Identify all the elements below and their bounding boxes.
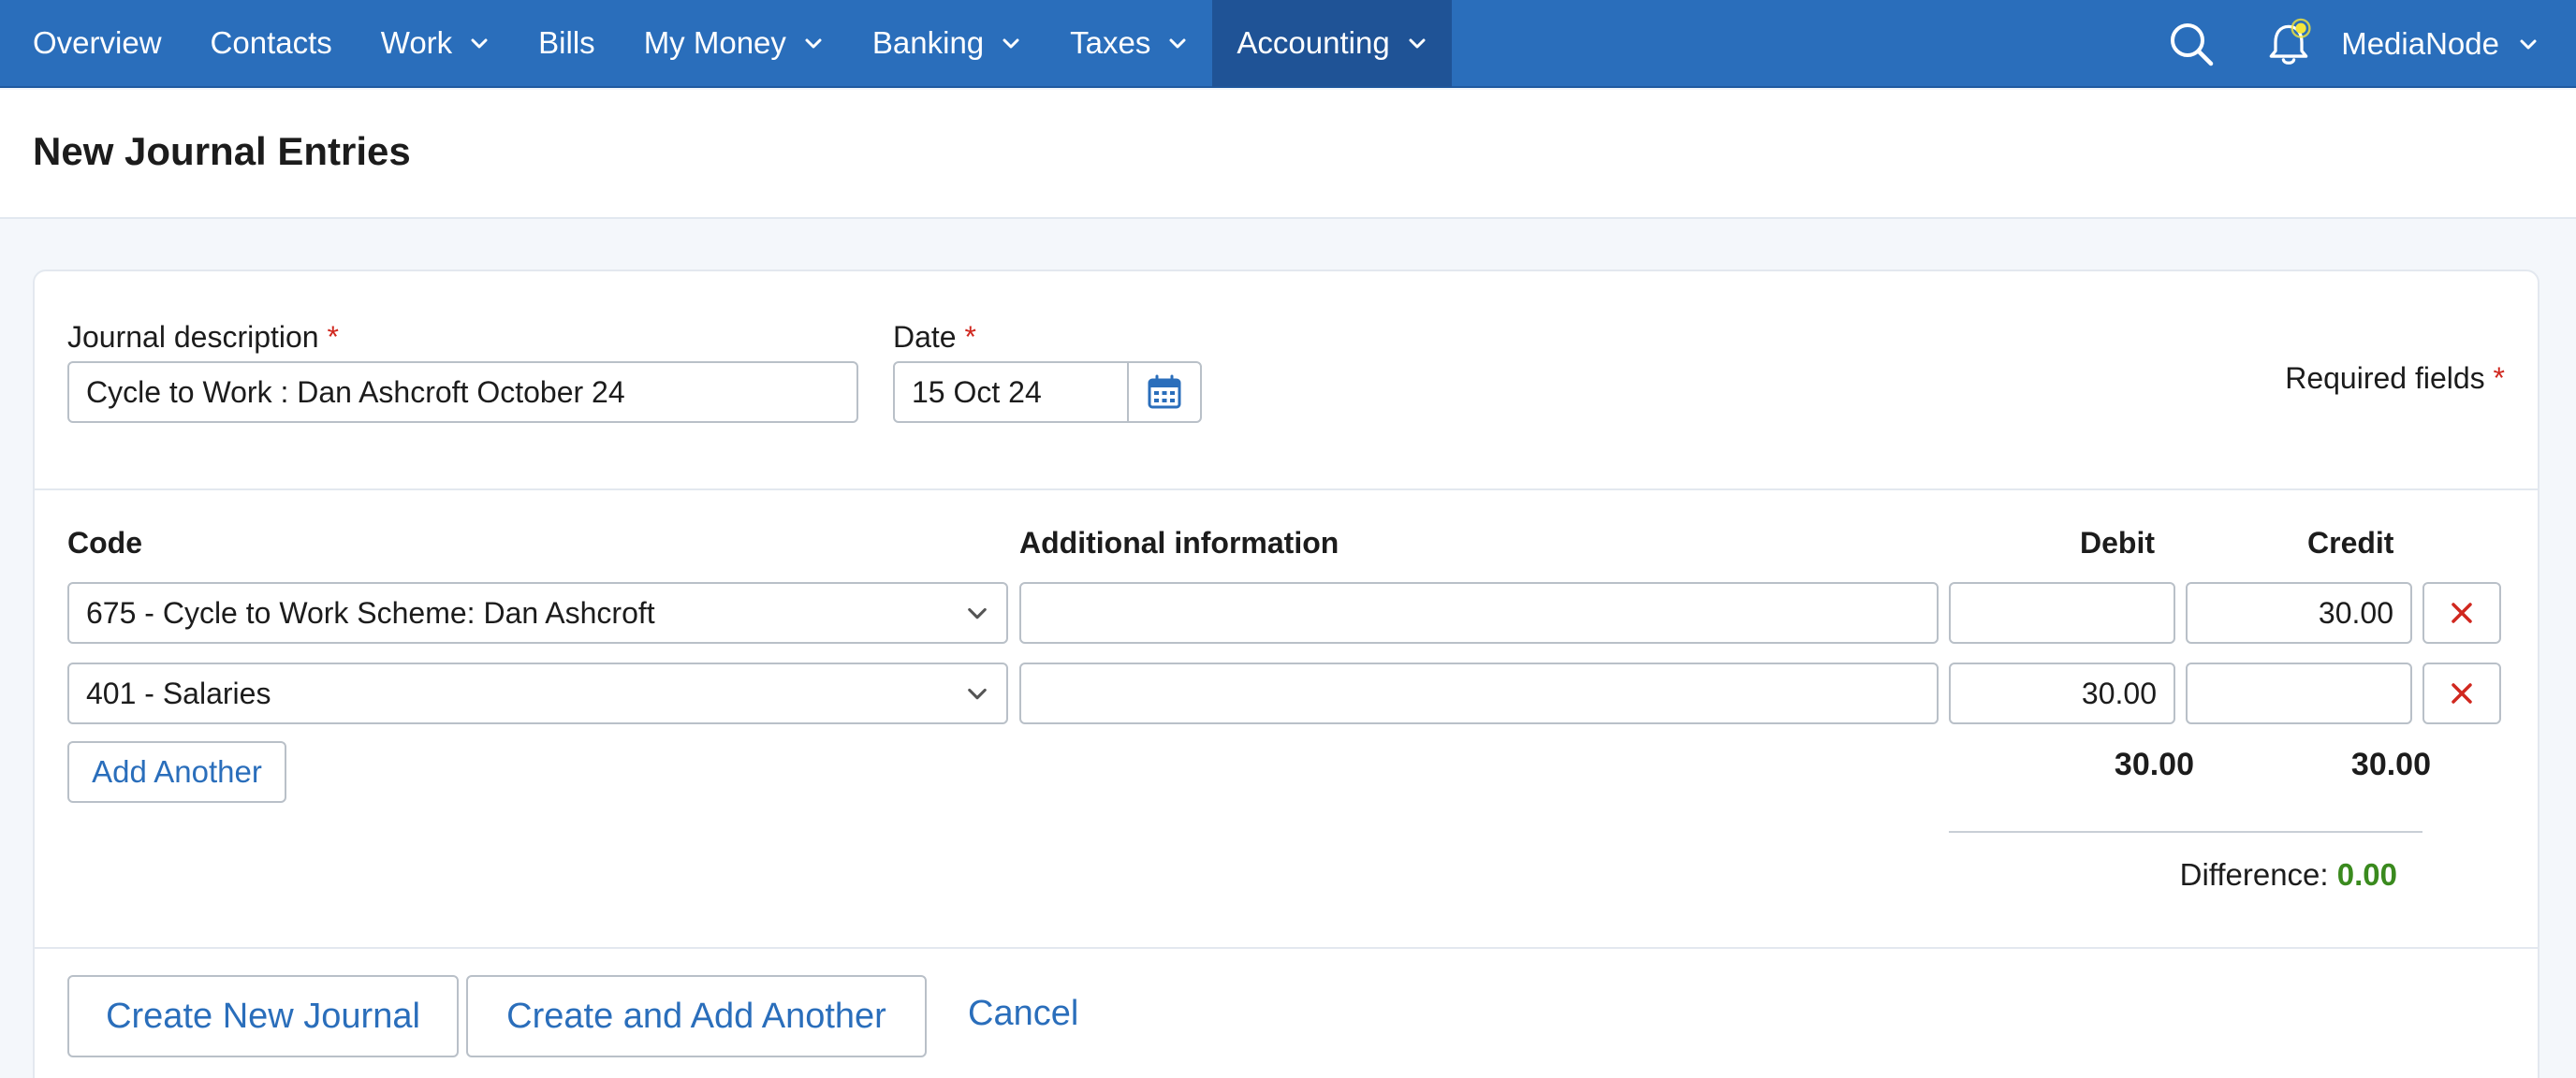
section-divider xyxy=(35,947,2538,949)
top-navigation: Overview Contacts Work Bills My Money Ba… xyxy=(0,0,2576,88)
nav-item-accounting[interactable]: Accounting xyxy=(1212,0,1452,87)
difference-value: 0.00 xyxy=(2336,857,2397,892)
account-code-select[interactable]: 401 - Salaries xyxy=(67,663,1008,724)
chevron-down-icon xyxy=(1169,38,1186,49)
nav-item-label: My Money xyxy=(643,25,786,60)
notification-bell-icon xyxy=(2269,18,2311,65)
debit-input[interactable]: 30.00 xyxy=(1949,663,2175,724)
nav-item-label: Accounting xyxy=(1237,25,1390,60)
account-code-select[interactable]: 675 - Cycle to Work Scheme: Dan Ashcroft xyxy=(67,582,1008,644)
search-icon xyxy=(2171,23,2214,66)
column-header-credit: Credit xyxy=(2307,526,2394,560)
chevron-down-icon xyxy=(968,688,987,700)
section-divider xyxy=(35,488,2538,490)
cancel-link[interactable]: Cancel xyxy=(968,994,1078,1034)
nav-menu: Overview Contacts Work Bills My Money Ba… xyxy=(0,0,1452,87)
page-title: New Journal Entries xyxy=(33,129,411,173)
additional-information-input[interactable] xyxy=(1019,663,1939,724)
user-menu[interactable]: MediaNode xyxy=(2315,26,2576,62)
close-icon xyxy=(2452,683,2472,704)
total-credit: 30.00 xyxy=(2350,747,2431,782)
total-debit: 30.00 xyxy=(2114,747,2194,782)
column-header-additional-information: Additional information xyxy=(1019,526,1339,560)
nav-item-taxes[interactable]: Taxes xyxy=(1046,0,1212,87)
nav-item-my-money[interactable]: My Money xyxy=(620,0,848,87)
additional-information-input[interactable] xyxy=(1019,582,1939,644)
page-header: New Journal Entries xyxy=(0,90,2576,219)
search-button[interactable] xyxy=(2165,18,2217,70)
nav-item-work[interactable]: Work xyxy=(357,0,514,87)
credit-input[interactable] xyxy=(2186,663,2412,724)
notifications-button[interactable] xyxy=(2262,18,2315,70)
chevron-down-icon xyxy=(471,38,488,49)
user-name: MediaNode xyxy=(2341,26,2499,61)
description-label: Journal description * xyxy=(67,320,339,354)
date-label: Date * xyxy=(893,320,976,354)
chevron-down-icon xyxy=(968,607,987,619)
date-input[interactable]: 15 Oct 24 xyxy=(893,361,1129,423)
column-header-code: Code xyxy=(67,526,142,560)
nav-item-bills[interactable]: Bills xyxy=(514,0,620,87)
required-mark: * xyxy=(327,320,339,354)
totals-divider xyxy=(1949,831,2422,833)
required-fields-note: Required fields * xyxy=(2285,361,2505,395)
difference-label: Difference: xyxy=(2179,857,2329,892)
column-header-debit: Debit xyxy=(2080,526,2155,560)
nav-item-label: Banking xyxy=(871,25,985,60)
nav-item-banking[interactable]: Banking xyxy=(848,0,1046,87)
nav-item-label: Taxes xyxy=(1070,25,1151,60)
remove-line-button[interactable] xyxy=(2422,663,2501,724)
journal-description-input[interactable]: Cycle to Work : Dan Ashcroft October 24 xyxy=(67,361,858,423)
credit-input[interactable]: 30.00 xyxy=(2186,582,2412,644)
calendar-button[interactable] xyxy=(1127,361,1202,423)
remove-line-button[interactable] xyxy=(2422,582,2501,644)
nav-item-overview[interactable]: Overview xyxy=(0,0,186,87)
nav-item-label: Overview xyxy=(33,25,162,60)
calendar-icon xyxy=(1148,374,1181,409)
debit-input[interactable] xyxy=(1949,582,2175,644)
nav-item-label: Work xyxy=(380,25,453,60)
add-another-line-button[interactable]: Add Another xyxy=(67,741,286,803)
close-icon xyxy=(2452,603,2472,623)
chevron-down-icon xyxy=(2520,39,2537,50)
chevron-down-icon xyxy=(1409,38,1426,49)
required-mark: * xyxy=(964,320,976,354)
difference-summary: Difference: 0.00 xyxy=(2180,857,2397,893)
required-mark: * xyxy=(2493,361,2505,395)
nav-item-label: Contacts xyxy=(210,25,332,60)
chevron-down-icon xyxy=(1003,38,1019,49)
create-new-journal-button[interactable]: Create New Journal xyxy=(67,975,459,1057)
nav-item-contacts[interactable]: Contacts xyxy=(186,0,357,87)
create-and-add-another-button[interactable]: Create and Add Another xyxy=(466,975,927,1057)
chevron-down-icon xyxy=(805,38,822,49)
nav-item-label: Bills xyxy=(538,25,595,60)
nav-right-tools: MediaNode xyxy=(2165,0,2576,88)
journal-form-card: Journal description * Cycle to Work : Da… xyxy=(33,270,2539,1078)
